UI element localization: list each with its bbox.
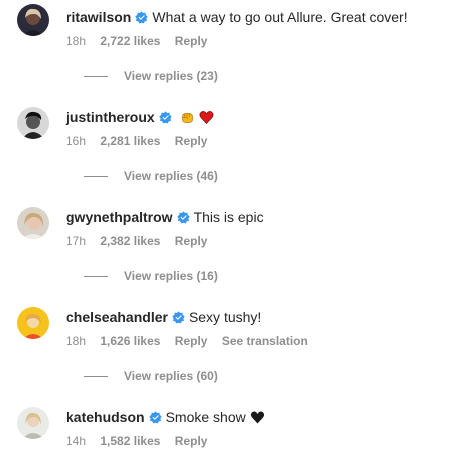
comment-username[interactable]: chelseahandler [66,308,168,326]
comment-likes[interactable]: 2,281 likes [100,134,160,148]
verified-badge-icon [148,410,162,424]
view-replies-button[interactable]: View replies (46) [84,168,218,184]
reply-button[interactable]: Reply [175,234,208,248]
avatar[interactable] [17,4,49,36]
comments-list: ritawilson What a way to go out Allure. … [0,0,453,466]
comment-text: What a way to go out Allure. Great cover… [152,9,408,25]
comment-line: justintheroux [66,108,214,126]
avatar[interactable] [17,207,49,239]
red-heart-emoji-icon [199,110,214,125]
comment-line: ritawilson What a way to go out Allure. … [66,8,408,26]
comment-meta: 17h 2,382 likes Reply [66,233,218,249]
comment-time[interactable]: 18h [66,34,86,48]
verified-badge-icon [158,110,172,124]
view-replies-button[interactable]: View replies (60) [84,368,218,384]
view-replies-button[interactable]: View replies (16) [84,268,218,284]
comment-likes[interactable]: 2,382 likes [100,234,160,248]
avatar[interactable] [17,307,49,339]
comment-username[interactable]: ritawilson [66,8,131,26]
comment-line: chelseahandler Sexy tushy! [66,308,261,326]
view-replies-label: View replies (23) [124,69,218,83]
comment-meta: 18h 1,626 likes Reply See translation [66,333,319,349]
avatar[interactable] [17,407,49,439]
replies-divider [84,375,108,377]
replies-divider [84,175,108,177]
comment-username[interactable]: katehudson [66,408,145,426]
comment-time[interactable]: 14h [66,434,86,448]
reply-button[interactable]: Reply [175,134,208,148]
comment-likes[interactable]: 1,582 likes [100,434,160,448]
comment-text: This is epic [193,209,264,225]
verified-badge-icon [135,10,149,24]
comment-username[interactable]: justintheroux [66,108,155,126]
comment-text: Smoke show [165,409,246,425]
comment-likes[interactable]: 2,722 likes [100,34,160,48]
comment-item: chelseahandler Sexy tushy! 18h 1,626 lik… [0,300,453,400]
avatar[interactable] [17,107,49,139]
reply-button[interactable]: Reply [175,334,208,348]
reply-button[interactable]: Reply [175,34,208,48]
comment-meta: 16h 2,281 likes Reply [66,133,218,149]
comment-likes[interactable]: 1,626 likes [100,334,160,348]
comment-item: gwynethpaltrow This is epic 17h 2,382 li… [0,200,453,300]
view-replies-label: View replies (16) [124,269,218,283]
raised-fist-emoji-icon [180,110,195,125]
replies-divider [84,275,108,277]
comment-text: Sexy tushy! [188,309,262,325]
reply-button[interactable]: Reply [175,434,208,448]
comment-line: gwynethpaltrow This is epic [66,208,264,226]
comment-line: katehudson Smoke show [66,408,265,426]
comment-item: ritawilson What a way to go out Allure. … [0,0,453,100]
comment-meta: 18h 2,722 likes Reply [66,33,218,49]
verified-badge-icon [172,310,185,324]
comment-time[interactable]: 18h [66,334,86,348]
comment-meta: 14h 1,582 likes Reply [66,433,218,449]
black-heart-emoji-icon [250,410,265,425]
verified-badge-icon [176,210,190,224]
view-replies-button[interactable]: View replies (23) [84,68,218,84]
comment-username[interactable]: gwynethpaltrow [66,208,173,226]
view-replies-label: View replies (46) [124,169,218,183]
view-replies-label: View replies (60) [124,369,218,383]
comment-item: katehudson Smoke show 14h 1,582 likes Re… [0,400,453,466]
comment-time[interactable]: 17h [66,234,86,248]
comment-time[interactable]: 16h [66,134,86,148]
comment-item: justintheroux 16h 2,281 likes Reply View… [0,100,453,200]
see-translation-button[interactable]: See translation [222,334,308,348]
replies-divider [84,75,108,77]
